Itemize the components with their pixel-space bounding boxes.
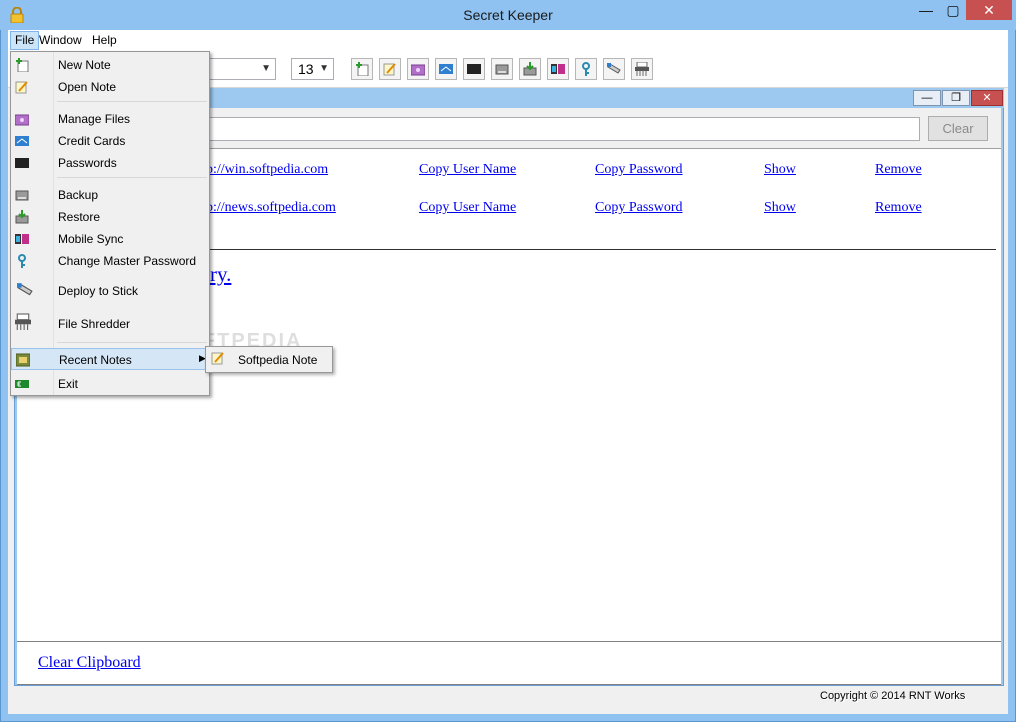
menu-item-file-shredder[interactable]: File Shredder — [11, 313, 209, 335]
password-url-link[interactable]: p://news.softpedia.com — [206, 200, 336, 216]
remove-password-link[interactable]: Remove — [875, 162, 922, 178]
font-size-value: 13 — [298, 61, 314, 77]
usb-stick-icon — [17, 283, 33, 296]
menu-item-change-master-password[interactable]: Change Master Password — [11, 250, 209, 272]
manage-files-button[interactable] — [407, 58, 429, 80]
menu-separator — [57, 342, 207, 343]
menu-item-passwords[interactable]: Passwords — [11, 152, 209, 174]
new-note-icon — [16, 58, 29, 72]
show-password-link[interactable]: Show — [764, 200, 796, 216]
exit-icon — [15, 380, 29, 388]
shredder-icon — [635, 62, 649, 76]
search-input[interactable] — [200, 117, 920, 141]
copy-password-link[interactable]: Copy Password — [595, 200, 683, 216]
font-size-select[interactable]: 13 ▼ — [291, 58, 334, 80]
child-close-button[interactable]: ✕ — [971, 90, 1003, 106]
close-button[interactable]: ✕ — [966, 0, 1012, 20]
passwords-button[interactable] — [463, 58, 485, 80]
open-note-button[interactable] — [379, 58, 401, 80]
menu-bar — [8, 30, 1008, 51]
backup-icon — [495, 64, 509, 75]
show-password-link[interactable]: Show — [764, 162, 796, 178]
menu-item-open-note[interactable]: Open Note — [11, 76, 209, 98]
open-note-icon — [15, 81, 28, 94]
new-note-icon — [356, 62, 369, 76]
mobile-sync-icon — [551, 64, 565, 74]
password-icon — [467, 64, 481, 74]
folder-icon — [411, 64, 425, 76]
open-note-icon — [383, 63, 396, 76]
font-family-select[interactable]: ▼ — [208, 58, 276, 80]
menu-item-label: Change Master Password — [58, 254, 197, 268]
menu-item-backup[interactable]: Backup — [11, 184, 209, 206]
menu-item-recent-notes[interactable]: Recent Notes — [11, 348, 209, 370]
copy-password-link[interactable]: Copy Password — [595, 162, 683, 178]
copyright-text: Copyright © 2014 RNT Works — [820, 690, 966, 702]
deploy-to-stick-button[interactable] — [603, 58, 625, 80]
credit-card-icon — [439, 64, 453, 74]
credit-cards-button[interactable] — [435, 58, 457, 80]
credit-card-icon — [15, 136, 29, 146]
usb-stick-icon — [607, 63, 621, 74]
mobile-sync-button[interactable] — [547, 58, 569, 80]
key-icon — [582, 62, 590, 76]
menu-item-label: Deploy to Stick — [58, 284, 139, 298]
new-note-button[interactable] — [351, 58, 373, 80]
menu-item-manage-files[interactable]: Manage Files — [11, 108, 209, 130]
menu-window[interactable]: Window — [35, 31, 86, 50]
menu-item-label: Mobile Sync — [58, 232, 124, 246]
chevron-down-icon: ▼ — [261, 63, 271, 74]
clear-clipboard-link[interactable]: Clear Clipboard — [38, 654, 141, 672]
menu-item-label: Recent Notes — [59, 353, 132, 367]
note-icon — [211, 352, 224, 365]
backup-icon — [15, 190, 29, 201]
minimize-button[interactable]: — — [912, 0, 940, 20]
note-title-link[interactable]: ry. — [210, 262, 231, 287]
menu-item-label: Open Note — [58, 80, 117, 94]
copy-user-name-link[interactable]: Copy User Name — [419, 162, 516, 178]
menu-item-label: Passwords — [58, 156, 117, 170]
change-master-password-button[interactable] — [575, 58, 597, 80]
menu-item-mobile-sync[interactable]: Mobile Sync — [11, 228, 209, 250]
mobile-sync-icon — [15, 234, 29, 244]
clear-button[interactable]: Clear — [928, 116, 988, 141]
menu-item-label: Credit Cards — [58, 134, 126, 148]
recent-notes-icon — [16, 353, 30, 367]
submenu-item-softpedia-note[interactable]: Softpedia Note — [238, 353, 317, 367]
menu-item-new-note[interactable]: New Note — [11, 54, 209, 76]
menu-item-label: File Shredder — [58, 317, 131, 331]
menu-item-label: Backup — [58, 188, 99, 202]
password-icon — [15, 158, 29, 168]
file-shredder-button[interactable] — [631, 58, 653, 80]
backup-button[interactable] — [491, 58, 513, 80]
menu-item-label: Restore — [58, 210, 101, 224]
password-url-link[interactable]: p://win.softpedia.com — [206, 162, 328, 178]
key-icon — [18, 254, 26, 268]
folder-icon — [15, 114, 29, 126]
menu-item-label: New Note — [58, 58, 111, 72]
copy-user-name-link[interactable]: Copy User Name — [419, 200, 516, 216]
menu-item-restore[interactable]: Restore — [11, 206, 209, 228]
menu-item-credit-cards[interactable]: Credit Cards — [11, 130, 209, 152]
child-restore-button[interactable]: ❐ — [942, 90, 970, 106]
app-title: Secret Keeper — [463, 7, 553, 23]
menu-item-deploy-to-stick[interactable]: Deploy to Stick — [11, 280, 209, 302]
menu-item-exit[interactable]: Exit — [11, 373, 209, 395]
chevron-down-icon: ▼ — [319, 63, 329, 74]
restore-icon — [15, 210, 29, 224]
restore-button[interactable] — [519, 58, 541, 80]
maximize-button[interactable]: ▢ — [940, 0, 966, 20]
menu-item-label: Exit — [58, 377, 79, 391]
menu-help[interactable]: Help — [88, 31, 121, 50]
child-minimize-button[interactable]: — — [913, 90, 941, 106]
restore-icon — [523, 62, 537, 76]
menu-separator — [57, 101, 207, 102]
menu-item-label: Manage Files — [58, 112, 131, 126]
menu-separator — [57, 177, 207, 178]
clipboard-bar — [17, 641, 1001, 685]
remove-password-link[interactable]: Remove — [875, 200, 922, 216]
shredder-icon — [15, 313, 31, 330]
